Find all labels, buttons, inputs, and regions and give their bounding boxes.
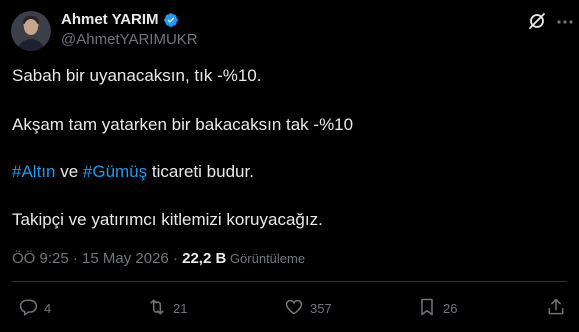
tweet-text-line-1: Sabah bir uyanacaksın, tık -%10. xyxy=(12,66,262,85)
retweet-count: 21 xyxy=(173,300,188,316)
tweet-text-line-4: Takipçi ve yatırımcı kitlemizi koruyacağ… xyxy=(12,210,323,229)
retweet-button[interactable]: 21 xyxy=(147,296,187,320)
author-display-name[interactable]: Ahmet YARIM xyxy=(61,11,159,28)
tweet-time[interactable]: ÖÖ 9:25 xyxy=(12,250,69,267)
meta-separator: · xyxy=(68,250,83,267)
more-icon[interactable] xyxy=(556,13,574,31)
bookmark-icon xyxy=(417,297,437,320)
bookmark-button[interactable]: 26 xyxy=(417,296,457,320)
bookmark-count: 26 xyxy=(443,300,458,316)
avatar[interactable] xyxy=(11,11,51,51)
tweet-card: Ahmet YARIM @AhmetYARIMUKR Sabah bir uya… xyxy=(0,0,579,332)
like-button[interactable]: 357 xyxy=(284,296,332,320)
author-name-row: Ahmet YARIM xyxy=(61,11,179,28)
tweet-date[interactable]: 15 May 2026 xyxy=(82,250,169,267)
tweet-text-line-3: #Altın ve #Gümüş ticareti budur. xyxy=(12,162,254,182)
grok-icon[interactable] xyxy=(527,11,547,31)
tweet-meta: ÖÖ 9:25 · 15 May 2026 · 22,2 B Görüntüle… xyxy=(12,250,305,267)
views-count[interactable]: 22,2 B xyxy=(182,250,226,267)
share-icon xyxy=(546,297,566,320)
tweet-text-connector: ve xyxy=(55,162,83,181)
retweet-icon xyxy=(147,297,167,320)
hashtag-altin-link[interactable]: #Altın xyxy=(12,162,55,181)
hashtag-gumus-link[interactable]: #Gümüş xyxy=(83,162,147,181)
like-icon xyxy=(284,297,304,320)
tweet-text-line-2: Akşam tam yatarken bir bakacaksın tak -%… xyxy=(12,115,354,134)
share-button[interactable] xyxy=(546,296,566,320)
reply-count: 4 xyxy=(44,300,52,316)
divider xyxy=(12,281,567,282)
action-bar: 4 21 357 26 xyxy=(0,296,579,324)
verified-badge-icon[interactable] xyxy=(163,12,179,28)
meta-separator: · xyxy=(168,250,183,267)
reply-button[interactable]: 4 xyxy=(18,296,51,320)
like-count: 357 xyxy=(310,300,332,316)
views-label: Görüntüleme xyxy=(226,251,306,266)
tweet-text-rest: ticareti budur. xyxy=(147,162,254,181)
author-handle[interactable]: @AhmetYARIMUKR xyxy=(61,31,198,48)
reply-icon xyxy=(18,297,38,320)
